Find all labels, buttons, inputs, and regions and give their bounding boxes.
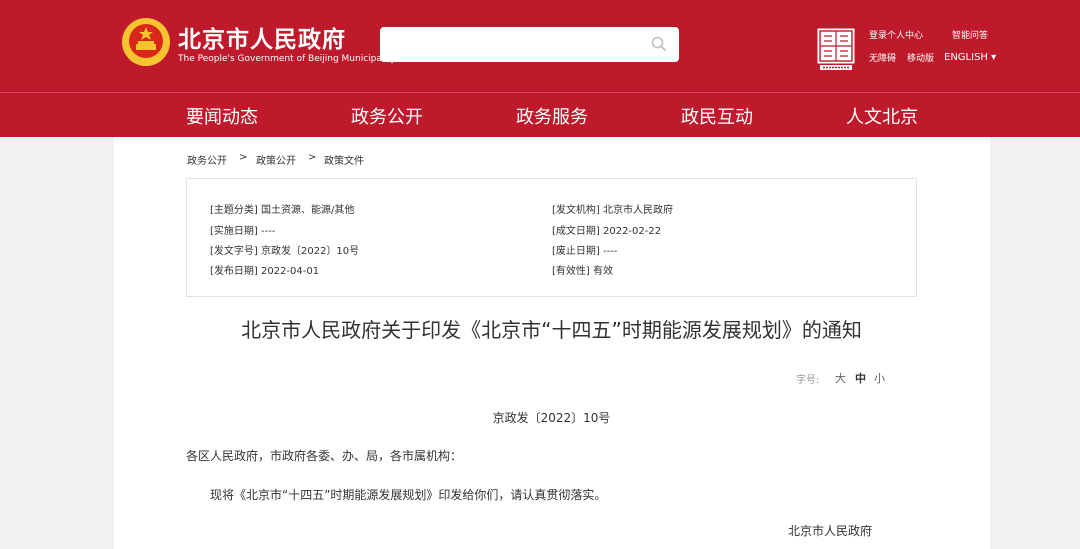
nav-item-interaction[interactable]: 政民互动 <box>681 103 753 129</box>
meta-issuer: [发文机构] 北京市人民政府 <box>552 205 673 216</box>
main-nav: 要闻动态 政务公开 政务服务 政民互动 人文北京 <box>0 92 1080 137</box>
font-size-medium-button[interactable]: 中 <box>855 370 866 386</box>
meta-validity: [有效性] 有效 <box>552 266 613 277</box>
nav-item-services[interactable]: 政务服务 <box>516 103 588 129</box>
meta-abolished-date: [废止日期] ---- <box>552 246 618 257</box>
header-bar: 北京市人民政府 The People's Government of Beiji… <box>0 0 1080 92</box>
document-signature: 北京市人民政府 <box>788 524 873 538</box>
document-title: 北京市人民政府关于印发《北京市“十四五”时期能源发展规划》的通知 <box>241 318 862 342</box>
breadcrumb-separator: > <box>308 152 317 163</box>
site-name-english: The People's Government of Beijing Munic… <box>178 54 396 64</box>
accessibility-link[interactable]: 无障碍 <box>869 51 896 64</box>
document-meta-box <box>186 178 917 297</box>
breadcrumb-item[interactable]: 政务公开 <box>187 152 227 167</box>
breadcrumb-item[interactable]: 政策文件 <box>324 152 364 167</box>
search-box <box>380 27 679 62</box>
meta-published-date: [发布日期] 2022-04-01 <box>210 266 320 277</box>
breadcrumb-separator: > <box>239 152 248 163</box>
nav-item-news[interactable]: 要闻动态 <box>186 103 258 129</box>
font-size-label: 字号: <box>796 375 820 386</box>
meta-doc-number: [发文字号] 京政发〔2022〕10号 <box>210 246 360 257</box>
site-name[interactable]: 北京市人民政府 <box>178 20 346 54</box>
nav-item-culture[interactable]: 人文北京 <box>846 103 918 129</box>
capital-seal-logo[interactable] <box>816 27 856 72</box>
meta-topic: [主题分类] 国土资源、能源/其他 <box>210 205 355 216</box>
help-link[interactable]: 智能问答 <box>952 28 988 41</box>
login-link[interactable]: 登录个人中心 <box>869 28 923 41</box>
meta-effective-date: [实施日期] ---- <box>210 226 276 237</box>
language-selector[interactable]: ENGLISH ▾ <box>944 52 996 63</box>
font-size-large-button[interactable]: 大 <box>835 370 846 386</box>
font-size-small-button[interactable]: 小 <box>874 370 885 386</box>
search-icon[interactable] <box>651 36 667 52</box>
mobile-version-link[interactable]: 移动版 <box>907 51 934 64</box>
nav-item-government-affairs[interactable]: 政务公开 <box>351 103 423 129</box>
search-input[interactable] <box>380 27 640 62</box>
breadcrumb-item[interactable]: 政策公开 <box>256 152 296 167</box>
document-body: 现将《北京市“十四五”时期能源发展规划》印发给你们，请认真贯彻落实。 <box>210 488 607 502</box>
meta-created-date: [成文日期] 2022-02-22 <box>552 226 662 237</box>
document-salutation: 各区人民政府，市政府各委、办、局，各市属机构： <box>186 449 463 463</box>
document-number: 京政发〔2022〕10号 <box>492 411 611 425</box>
national-emblem-icon[interactable] <box>121 17 171 69</box>
